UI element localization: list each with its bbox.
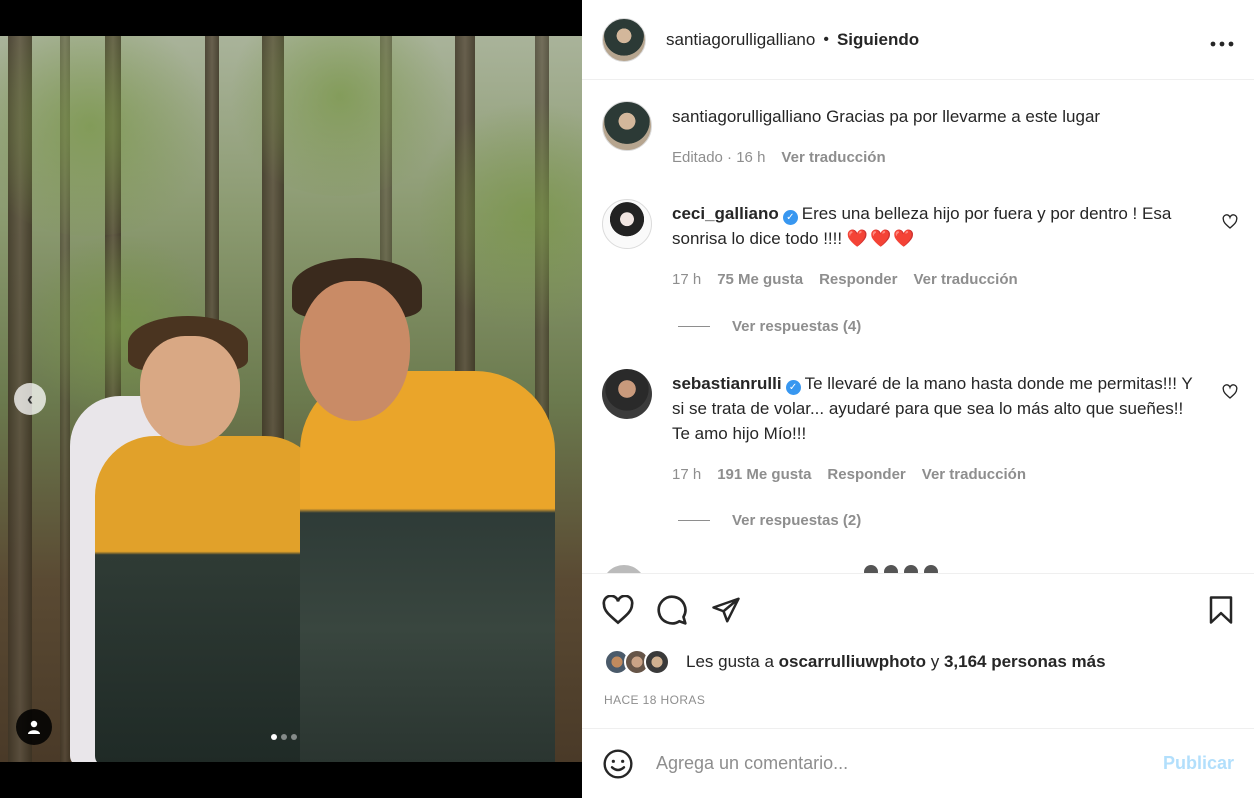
view-replies-button[interactable]: Ver respuestas (4) [678,318,861,335]
emoji-smiley-icon[interactable] [602,748,634,780]
share-paper-plane-icon[interactable] [710,595,742,625]
verified-badge-icon: ✓ [785,380,801,395]
likes-joiner: y [930,652,940,671]
like-comment-heart-icon[interactable] [1222,214,1238,230]
likes-others-link[interactable]: 3,164 personas más [944,652,1106,672]
liked-by-avatars[interactable] [604,649,670,675]
carousel-dot [281,734,287,740]
more-options-button[interactable] [1210,27,1234,53]
publish-button[interactable]: Publicar [1163,753,1234,774]
see-translation-link[interactable]: Ver traducción [922,466,1026,483]
following-button[interactable]: Siguiendo [837,30,919,50]
likes-prefix: Les gusta a [686,652,774,671]
like-heart-icon[interactable] [602,595,634,625]
comment-username[interactable]: ceci_galliano [672,204,779,223]
post-timestamp[interactable]: HACE 18 HORAS [604,693,705,707]
instagram-post-view: ‹ santiagorulligalliano • Siguiendo sant… [0,0,1254,798]
partial-comment-item [602,565,1202,573]
carousel-indicator [271,734,297,740]
avatar[interactable] [602,101,652,151]
comment-composer: Publicar [582,728,1254,798]
reply-button[interactable]: Responder [827,466,905,483]
separator-dot: • [823,30,829,48]
owner-username[interactable]: santiagorulligalliano [666,30,815,50]
user-icon [28,720,40,734]
save-bookmark-icon[interactable] [1208,595,1234,625]
view-replies-button[interactable]: Ver respuestas (2) [678,512,861,529]
like-comment-heart-icon[interactable] [1222,384,1238,400]
comment-time[interactable]: 17 h [672,466,701,483]
comment-likes[interactable]: 191 Me gusta [717,466,811,483]
chevron-left-icon: ‹ [27,388,33,409]
caption-text: Gracias pa por llevarme a este lugar [826,107,1101,126]
carousel-prev-button[interactable]: ‹ [14,383,46,415]
post-media: ‹ [0,0,582,798]
caption-time[interactable]: 16 h [736,149,765,166]
liked-by-user[interactable]: oscarrulliuwphoto [779,652,926,672]
see-translation-link[interactable]: Ver traducción [913,271,1017,288]
avatar[interactable] [644,649,670,675]
comment-input[interactable] [656,753,1163,774]
tagged-users-button[interactable] [16,709,52,745]
avatar[interactable] [602,17,646,62]
see-translation-link[interactable]: Ver traducción [781,149,885,166]
post-sidebar: santiagorulligalliano • Siguiendo santia… [582,0,1254,798]
verified-badge-icon: ✓ [782,210,798,225]
avatar[interactable] [602,565,646,573]
comment-likes[interactable]: 75 Me gusta [717,271,803,288]
post-photo[interactable] [0,36,582,762]
comment-emoji: ❤️❤️❤️ [846,229,917,248]
comment-bubble-icon[interactable] [656,594,688,626]
post-header: santiagorulligalliano • Siguiendo [582,0,1254,80]
comment-time[interactable]: 17 h [672,271,701,288]
caption-username[interactable]: santiagorulligalliano [672,107,821,126]
comments-list[interactable]: santiagorulligalliano Gracias pa por lle… [582,81,1254,573]
reply-button[interactable]: Responder [819,271,897,288]
more-horizontal-icon [1210,41,1234,46]
carousel-dot [271,734,277,740]
avatar[interactable] [602,199,652,249]
likes-summary: Les gusta a oscarrulliuwphoto y 3,164 pe… [604,649,1106,675]
carousel-dot [291,734,297,740]
edited-label: Editado [672,149,723,166]
avatar[interactable] [602,369,652,419]
post-actions: Les gusta a oscarrulliuwphoto y 3,164 pe… [582,573,1254,707]
comment-username[interactable]: sebastianrulli [672,374,782,393]
